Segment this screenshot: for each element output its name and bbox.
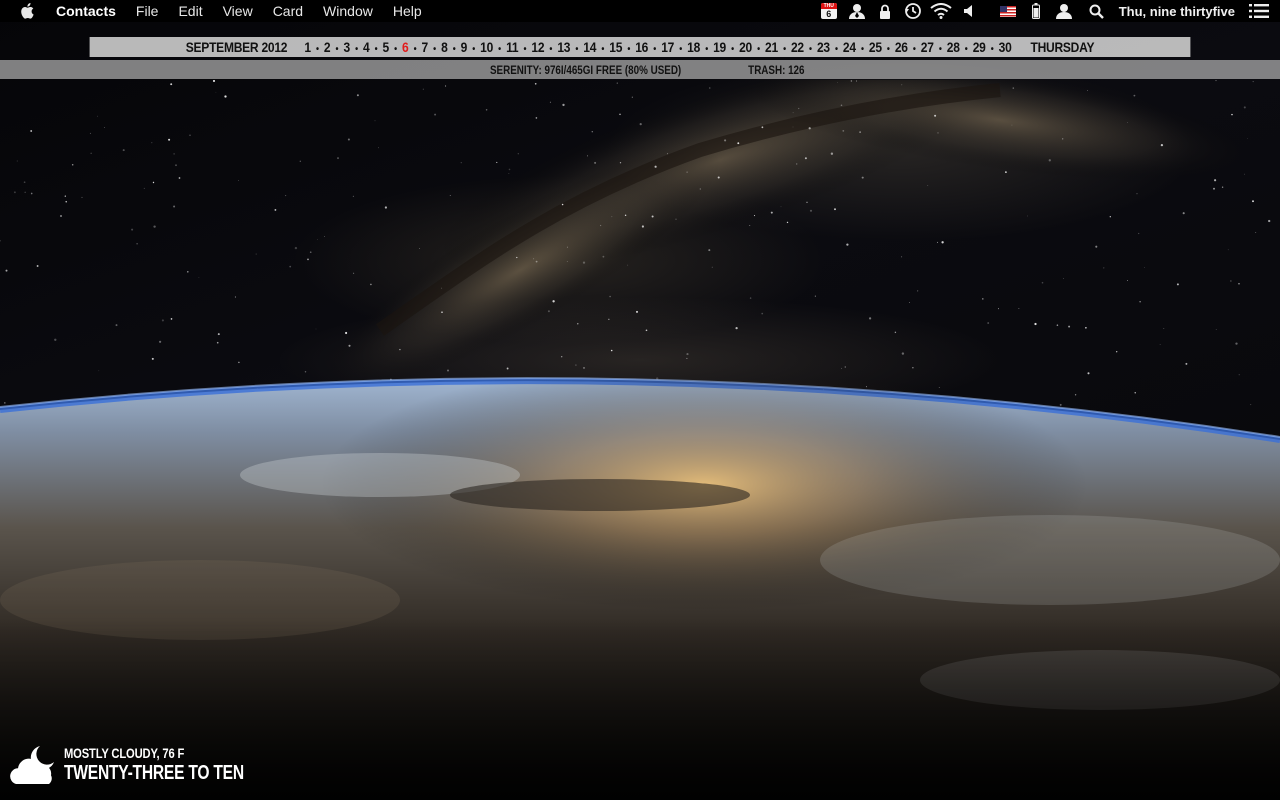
calendar-day-16: 16 xyxy=(635,39,649,55)
calendar-separator-dot: • xyxy=(912,44,916,55)
calendar-separator-dot: • xyxy=(860,44,864,55)
calendar-day-9: 9 xyxy=(460,39,468,55)
wifi-icon[interactable] xyxy=(930,0,952,22)
calendar-separator-dot: • xyxy=(809,44,812,55)
weather-condition: MOSTLY CLOUDY, 76 F xyxy=(64,745,185,761)
calendar-day-19: 19 xyxy=(713,39,726,55)
calendar-day-28: 28 xyxy=(946,39,960,55)
calendar-weekday: THURSDAY xyxy=(1030,39,1095,55)
calendar-day-22: 22 xyxy=(790,39,804,55)
calendar-separator-dot: • xyxy=(575,44,579,55)
calendar-day-25: 25 xyxy=(868,39,882,55)
volume-icon[interactable] xyxy=(958,0,980,22)
calendar-day-13: 13 xyxy=(557,39,571,55)
calendar-separator-dot: • xyxy=(523,44,527,55)
menu-window[interactable]: Window xyxy=(313,0,383,22)
calendar-day-18: 18 xyxy=(687,39,701,55)
calendar-separator-dot: • xyxy=(472,44,475,55)
calendar-day-30: 30 xyxy=(998,39,1012,55)
calendar-icon[interactable]: THU 6 xyxy=(818,0,840,22)
calendar-day-15: 15 xyxy=(609,39,623,55)
calendar-day-23: 23 xyxy=(816,39,830,55)
calendar-separator-dot: • xyxy=(452,44,456,55)
calendar-day-5: 5 xyxy=(382,39,390,55)
calendar-separator-dot: • xyxy=(705,44,708,55)
battery-icon[interactable] xyxy=(1025,0,1047,22)
menu-bar: Contacts File Edit View Card Window Help… xyxy=(0,0,1280,22)
apple-menu-icon[interactable] xyxy=(20,3,34,19)
weather-widget: MOSTLY CLOUDY, 76 F TWENTY-THREE TO TEN xyxy=(6,740,295,790)
us-flag-input-icon[interactable] xyxy=(997,0,1019,22)
contacts-person-icon[interactable] xyxy=(846,0,868,22)
cloud-moon-icon xyxy=(10,746,54,784)
calendar-days: 1 • 2 • 3 • 4 • 5 • 6 • 7 • 8 • 9 • 10 • 11 • 12 • 13 • 14 • 15 • 16 • 1… xyxy=(303,39,1014,55)
disk-usage-text: SERENITY: 976I/465GI FREE (80% USED) xyxy=(490,62,682,77)
calendar-separator-dot: • xyxy=(783,44,786,55)
calendar-separator-dot: • xyxy=(938,44,942,55)
menu-card[interactable]: Card xyxy=(263,0,313,22)
calendar-separator-dot: • xyxy=(549,44,553,55)
calendar-separator-dot: • xyxy=(964,44,968,55)
disk-status-strip: SERENITY: 976I/465GI FREE (80% USED) TRA… xyxy=(0,60,1280,79)
calendar-separator-dot: • xyxy=(498,44,501,55)
menu-view[interactable]: View xyxy=(213,0,263,22)
menu-help[interactable]: Help xyxy=(383,0,432,22)
fuzzy-time: TWENTY-THREE TO TEN xyxy=(64,762,244,784)
earth-horizon-image xyxy=(0,377,1280,800)
menu-app-contacts[interactable]: Contacts xyxy=(46,0,126,22)
calendar-day-12: 12 xyxy=(531,39,545,55)
calendar-day-3: 3 xyxy=(343,39,350,55)
calendar-day-17: 17 xyxy=(661,39,675,55)
calendar-separator-dot: • xyxy=(835,44,838,55)
lock-icon[interactable] xyxy=(874,0,896,22)
calendar-day-4: 4 xyxy=(362,39,370,55)
list-icon[interactable] xyxy=(1248,0,1270,22)
calendar-separator-dot: • xyxy=(653,44,657,55)
calendar-separator-dot: • xyxy=(990,44,994,55)
calendar-day-20: 20 xyxy=(739,39,752,55)
user-icon[interactable] xyxy=(1053,0,1075,22)
menu-clock[interactable]: Thu, nine thirtyfive xyxy=(1111,4,1245,19)
calendar-separator-dot: • xyxy=(413,44,417,55)
calendar-day-11: 11 xyxy=(506,39,519,55)
calendar-separator-dot: • xyxy=(601,44,605,55)
calendar-separator-dot: • xyxy=(335,44,339,55)
calendar-separator-dot: • xyxy=(757,44,760,55)
calendar-day-7: 7 xyxy=(421,39,429,55)
calendar-separator-dot: • xyxy=(886,44,890,55)
calendar-separator-dot: • xyxy=(316,44,319,55)
calendar-separator-dot: • xyxy=(627,44,631,55)
calendar-day-26: 26 xyxy=(894,39,908,55)
time-machine-icon[interactable] xyxy=(902,0,924,22)
calendar-day-29: 29 xyxy=(972,39,986,55)
calendar-day-1: 1 xyxy=(304,39,311,55)
calendar-separator-dot: • xyxy=(731,44,734,55)
calendar-day-6: 6 xyxy=(402,39,409,55)
calendar-day-21: 21 xyxy=(765,39,778,55)
calendar-icon-day: 6 xyxy=(826,9,832,19)
calendar-day-10: 10 xyxy=(480,39,494,55)
desktop-wallpaper xyxy=(0,0,1280,800)
calendar-day-2: 2 xyxy=(323,39,331,55)
menu-edit[interactable]: Edit xyxy=(168,0,212,22)
calendar-separator-dot: • xyxy=(433,44,436,55)
calendar-day-27: 27 xyxy=(920,39,934,55)
calendar-day-8: 8 xyxy=(441,39,448,55)
calendar-separator-dot: • xyxy=(374,44,378,55)
calendar-month-year: SEPTEMBER 2012 xyxy=(185,39,288,55)
menu-file[interactable]: File xyxy=(126,0,169,22)
spotlight-search-icon[interactable] xyxy=(1086,0,1108,22)
calendar-day-24: 24 xyxy=(842,39,856,55)
calendar-day-14: 14 xyxy=(583,39,597,55)
calendar-separator-dot: • xyxy=(355,44,358,55)
trash-count-text: TRASH: 126 xyxy=(748,62,805,77)
calendar-separator-dot: • xyxy=(394,44,397,55)
calendar-separator-dot: • xyxy=(679,44,682,55)
calendar-strip: SEPTEMBER 2012 1 • 2 • 3 • 4 • 5 • 6 • 7 • 8 • 9 • 10 • 11 • 1… xyxy=(89,37,1191,57)
